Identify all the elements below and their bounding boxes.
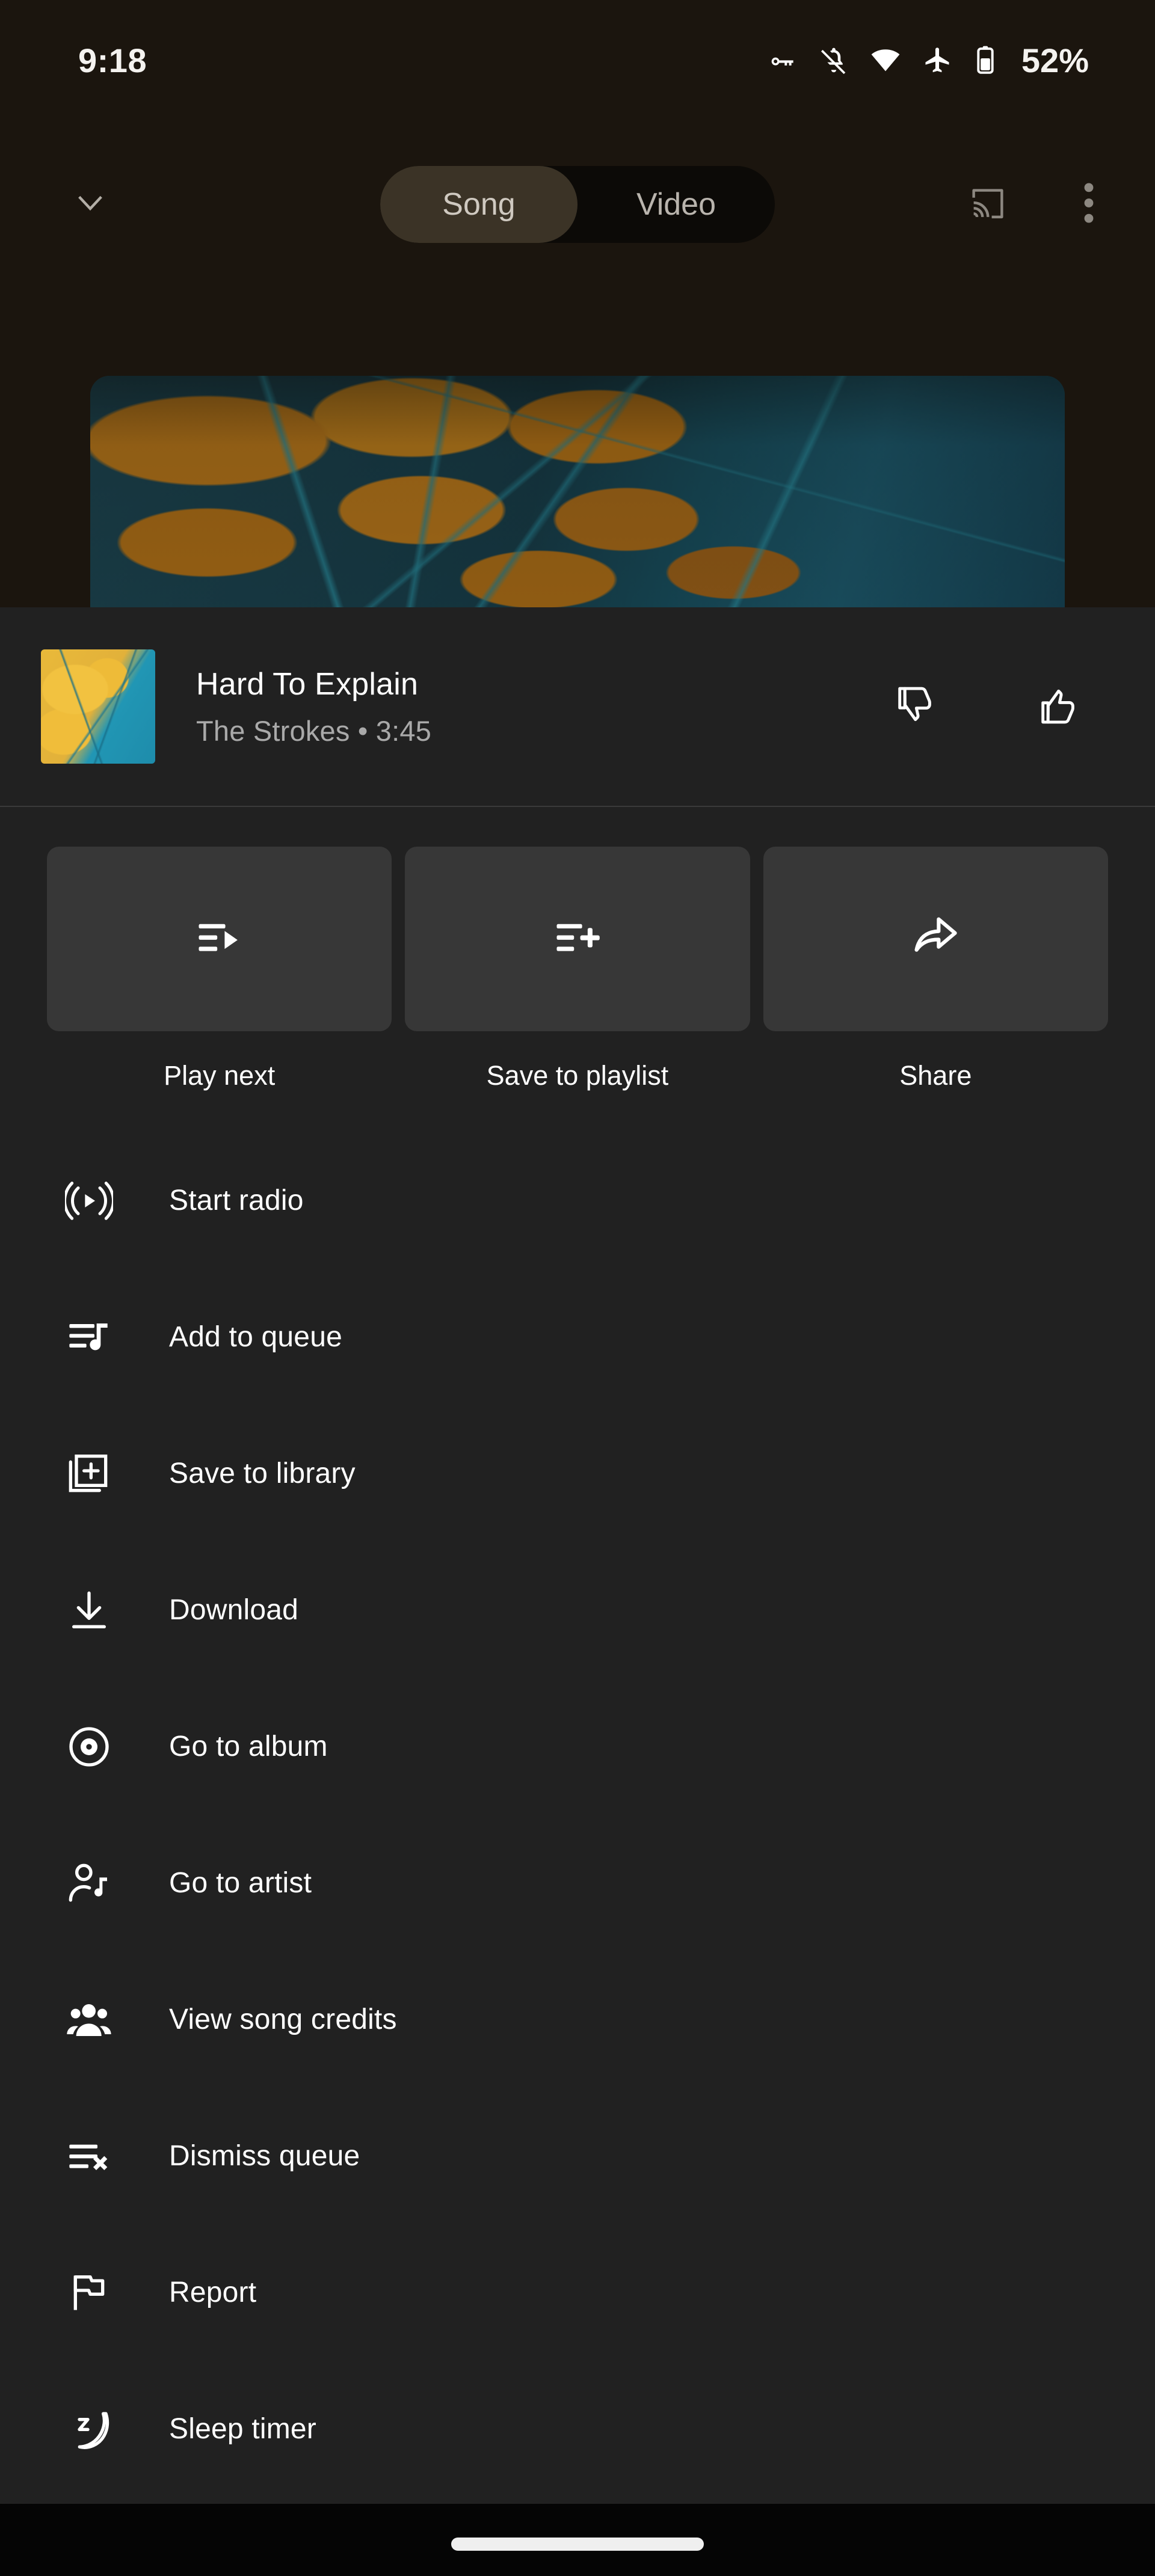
- tab-video[interactable]: Video: [578, 166, 775, 243]
- now-playing-row[interactable]: Hard To Explain The Strokes • 3:45: [0, 607, 1155, 806]
- more-vert-icon[interactable]: [1080, 181, 1098, 228]
- library-add-icon: [65, 1450, 118, 1498]
- quick-action-play-next[interactable]: Play next: [47, 847, 392, 1091]
- menu-label: Start radio: [169, 1185, 304, 1216]
- thumb-up-icon[interactable]: [1036, 682, 1083, 732]
- battery-percent-label: 52%: [1021, 41, 1089, 79]
- status-bar: 9:18 52%: [0, 0, 1155, 120]
- menu-label: Download: [169, 1594, 299, 1626]
- song-subtitle: The Strokes • 3:45: [196, 714, 432, 747]
- people-group-icon: [65, 1996, 118, 2044]
- menu-item-dismiss-queue[interactable]: Dismiss queue: [0, 2088, 1155, 2224]
- song-metadata: Hard To Explain The Strokes • 3:45: [196, 666, 893, 747]
- tab-song[interactable]: Song: [380, 166, 578, 243]
- menu-item-download[interactable]: Download: [0, 1542, 1155, 1678]
- menu-label: Go to album: [169, 1731, 328, 1762]
- menu-item-save-to-library[interactable]: Save to library: [0, 1405, 1155, 1542]
- song-title: Hard To Explain: [196, 666, 419, 702]
- player-top-nav: Song Video: [0, 147, 1155, 262]
- options-menu-list: Start radio Add to queue Save to library…: [0, 1132, 1155, 2497]
- flag-icon: [65, 2269, 118, 2317]
- radio-broadcast-icon: [65, 1177, 118, 1225]
- battery-icon: [973, 44, 997, 76]
- menu-item-view-song-credits[interactable]: View song credits: [0, 1951, 1155, 2088]
- player-backdrop: 9:18 52% Song Video: [0, 0, 1155, 607]
- home-gesture-bar[interactable]: [451, 2538, 704, 2551]
- download-icon: [65, 1586, 118, 1634]
- artist-person-icon: [65, 1859, 118, 1907]
- cast-icon[interactable]: [968, 183, 1008, 226]
- share-label: Share: [899, 1060, 972, 1091]
- playlist-play-icon: [192, 910, 247, 968]
- menu-item-add-to-queue[interactable]: Add to queue: [0, 1269, 1155, 1405]
- song-video-toggle[interactable]: Song Video: [380, 166, 775, 243]
- chevron-down-icon: [72, 185, 109, 225]
- song-thumbnail: [41, 649, 155, 764]
- notifications-off-icon: [818, 44, 849, 76]
- menu-label: Add to queue: [169, 1321, 342, 1353]
- android-navigation-bar: [0, 2504, 1155, 2576]
- save-to-playlist-label: Save to playlist: [486, 1060, 669, 1091]
- menu-label: View song credits: [169, 2004, 397, 2035]
- menu-label: Sleep timer: [169, 2413, 316, 2445]
- rating-actions: [893, 682, 1083, 732]
- quick-action-save-to-playlist[interactable]: Save to playlist: [405, 847, 750, 1091]
- player-top-right-actions: [968, 181, 1098, 228]
- menu-label: Go to artist: [169, 1867, 312, 1899]
- share-card[interactable]: [763, 847, 1108, 1031]
- player-album-artwork: [90, 376, 1065, 607]
- artwork-image: [90, 376, 1065, 607]
- collapse-player-button[interactable]: [45, 185, 135, 225]
- queue-remove-icon: [65, 2132, 118, 2180]
- play-next-card[interactable]: [47, 847, 392, 1031]
- share-arrow-icon: [908, 910, 963, 968]
- quick-actions-row: Play next Save to playlist Share: [0, 807, 1155, 1091]
- status-bar-icons: 52%: [766, 41, 1089, 80]
- song-options-bottom-sheet: Hard To Explain The Strokes • 3:45 Play …: [0, 607, 1155, 2504]
- quick-action-share[interactable]: Share: [763, 847, 1108, 1091]
- vpn-key-icon: [766, 44, 798, 76]
- play-next-label: Play next: [164, 1060, 276, 1091]
- menu-item-start-radio[interactable]: Start radio: [0, 1132, 1155, 1269]
- menu-label: Dismiss queue: [169, 2140, 360, 2172]
- album-disc-icon: [65, 1723, 118, 1771]
- menu-item-sleep-timer[interactable]: Sleep timer: [0, 2361, 1155, 2497]
- wifi-icon: [870, 44, 901, 76]
- save-to-playlist-card[interactable]: [405, 847, 750, 1031]
- menu-label: Report: [169, 2277, 257, 2308]
- menu-item-go-to-album[interactable]: Go to album: [0, 1678, 1155, 1815]
- menu-item-go-to-artist[interactable]: Go to artist: [0, 1815, 1155, 1951]
- airplane-mode-icon: [922, 44, 953, 76]
- menu-label: Save to library: [169, 1458, 356, 1489]
- status-bar-clock: 9:18: [78, 41, 147, 79]
- queue-music-icon: [65, 1313, 118, 1361]
- sleep-moon-icon: [65, 2405, 118, 2453]
- menu-item-report[interactable]: Report: [0, 2224, 1155, 2361]
- thumb-down-icon[interactable]: [893, 682, 940, 732]
- playlist-add-icon: [550, 910, 605, 968]
